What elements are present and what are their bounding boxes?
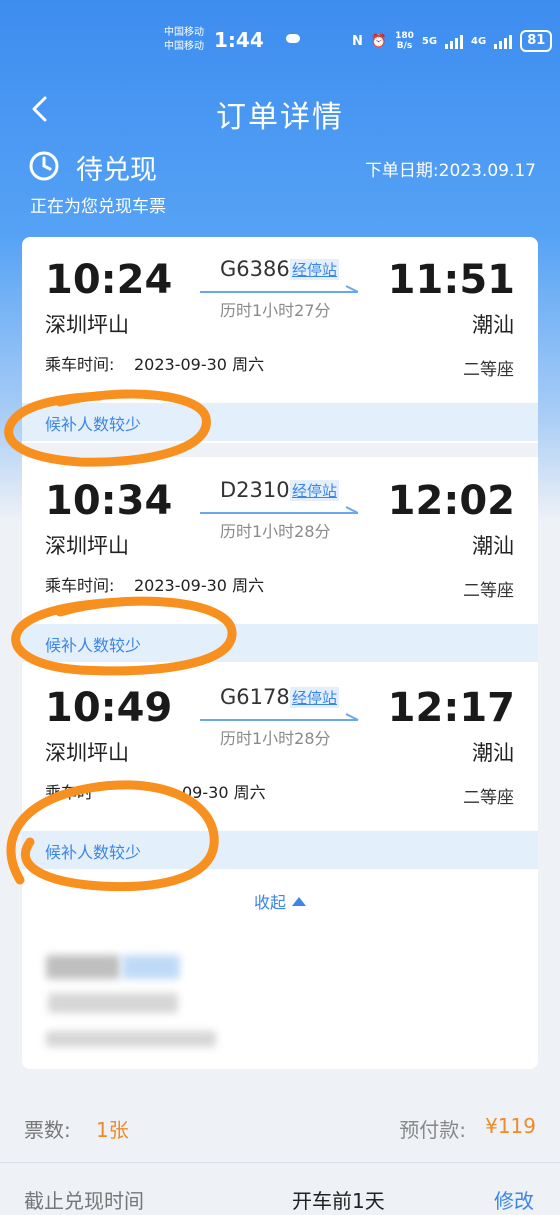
summary-row: 票数: 1张 预付款: ¥119 [0,1094,560,1158]
stops-link[interactable]: 经停站 [290,480,340,501]
direction-arrow-icon [200,506,359,514]
arrive-station: 潮汕 [472,534,514,558]
arrive-station: 潮汕 [472,741,514,765]
carrier-1: 中国移动 [164,27,204,38]
ticket-count-label: 票数: [24,1118,71,1142]
hint-text: 候补人数较少 [45,843,142,862]
prepay-value: ¥119 [485,1114,536,1138]
alarm-icon: ⏰ [370,33,388,49]
status-bar: 中国移动 中国移动 1:44 N ⏰ 180 B/s 5G 4G 81 [0,0,560,78]
battery-icon: 81 [520,30,553,52]
train-item[interactable]: 10:34 深圳坪山 D2310 经停站 历时1小时28分 12:02 潮汕 乘… [22,458,538,668]
status-time: 1:44 [214,28,264,52]
nfc-icon: N [352,33,363,49]
hint-bar: 候补人数较少 [22,624,538,662]
seat-class: 二等座 [463,581,514,601]
depart-time: 10:34 [45,478,173,524]
depart-time: 10:49 [45,685,173,731]
ticket-count-value: 1张 [96,1118,129,1142]
deadline-label: 截止兑现时间 [24,1189,144,1213]
train-number: G6386 [220,257,290,281]
hint-text: 候补人数较少 [45,415,142,434]
net-speed: 180 B/s [395,31,414,51]
hint-bar: 候补人数较少 [22,831,538,869]
ride-time-label: 乘车时间: [45,576,115,595]
network2-label: 4G [471,35,487,47]
collapse-button[interactable]: 收起 [22,889,538,913]
seat-class: 二等座 [463,360,514,380]
redacted-name [46,955,120,979]
duration: 历时1小时28分 [220,729,331,748]
arrive-station: 潮汕 [472,313,514,337]
order-status-title: 待兑现 [76,155,157,186]
train-number: D2310 [220,478,290,502]
stops-link[interactable]: 经停站 [290,259,340,280]
prepay-label: 预付款: [399,1118,466,1142]
order-date: 下单日期:2023.09.17 [364,161,536,181]
carrier-2: 中国移动 [164,41,204,52]
order-card: 10:24 深圳坪山 G6386 经停站 历时1小时27分 11:51 潮汕 乘… [22,237,538,1069]
arrive-time: 12:17 [387,685,515,731]
duration: 历时1小时27分 [220,301,331,320]
train-number: G6178 [220,685,290,709]
ride-date: 09-30 周六 [182,783,266,802]
divider [22,443,538,457]
system-icons: N ⏰ 180 B/s 5G 4G 81 [352,30,553,52]
ride-time-label: 乘车时 [45,783,94,802]
ride-date: 2023-09-30 周六 [134,355,265,374]
deadline-value: 开车前1天 [292,1189,385,1213]
train-item[interactable]: 10:24 深圳坪山 G6386 经停站 历时1小时27分 11:51 潮汕 乘… [22,237,538,447]
signal-icon [445,33,464,49]
stops-link[interactable]: 经停站 [290,687,340,708]
arrive-time: 12:02 [387,478,515,524]
network-label: 5G [421,35,438,47]
depart-station: 深圳坪山 [45,534,129,558]
arrive-time: 11:51 [387,257,515,303]
collapse-label: 收起 [253,893,286,912]
signal2-icon [494,33,513,49]
depart-station: 深圳坪山 [45,313,129,337]
page-title: 订单详情 [216,100,344,135]
redacted-tag [122,955,180,979]
seat-class: 二等座 [463,788,514,808]
depart-time: 10:24 [45,257,173,303]
duration: 历时1小时28分 [220,522,331,541]
clock-icon [28,150,60,182]
modify-button[interactable]: 修改 [494,1185,534,1214]
direction-arrow-icon [200,285,359,293]
weather-icon [286,34,300,43]
direction-arrow-icon [200,713,359,721]
passenger-info-redacted [22,937,538,1069]
ride-date: 2023-09-30 周六 [134,576,265,595]
train-item[interactable]: 10:49 深圳坪山 G6178 经停站 历时1小时28分 12:17 潮汕 乘… [22,665,538,875]
depart-station: 深圳坪山 [45,741,129,765]
chevron-up-icon [292,897,306,906]
divider [0,1162,560,1163]
redacted-phone [46,1031,216,1047]
hint-text: 候补人数较少 [45,636,142,655]
order-status-subtitle: 正在为您兑现车票 [30,197,166,217]
redacted-id [48,993,178,1013]
deadline-row: 截止兑现时间 开车前1天 修改 [0,1165,560,1215]
carrier-labels: 中国移动 中国移动 [164,26,204,54]
ride-time-label: 乘车时间: [45,355,115,374]
hint-bar: 候补人数较少 [22,403,538,441]
